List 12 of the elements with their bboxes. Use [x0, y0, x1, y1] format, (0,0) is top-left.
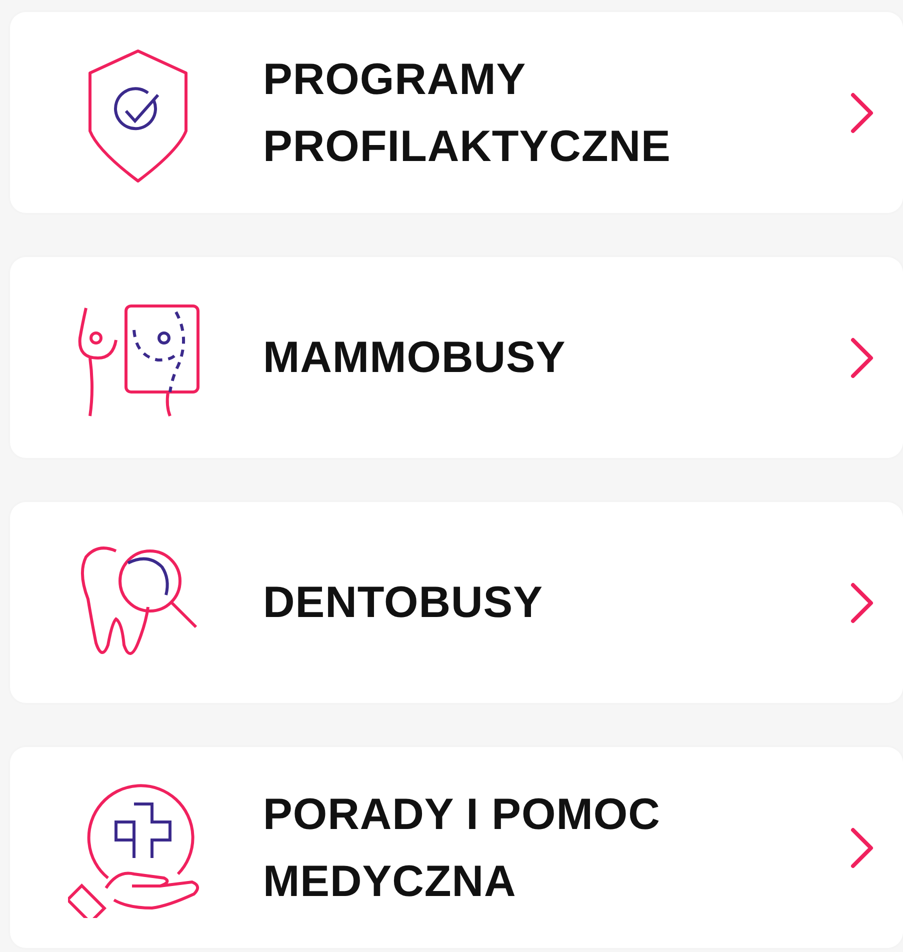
- menu-card[interactable]: DENTOBUSY: [10, 502, 903, 703]
- chevron-right-icon: [849, 826, 875, 870]
- chevron-right-icon: [849, 580, 875, 624]
- menu-label: PROGRAMY PROFILAKTYCZNE: [263, 54, 672, 172]
- chevron-right-icon: [849, 90, 875, 134]
- menu-label: PORADY I POMOC MEDYCZNA: [263, 788, 662, 908]
- menu-card[interactable]: PROGRAMY PROFILAKTYCZNE: [10, 12, 903, 213]
- menu-card[interactable]: PORADY I POMOC MEDYCZNA: [10, 747, 903, 948]
- menu-card[interactable]: MAMMOBUSY: [10, 257, 903, 458]
- chevron-right-icon: [849, 336, 875, 380]
- menu-label: DENTOBUSY: [263, 577, 544, 629]
- menu-label: MAMMOBUSY: [263, 332, 567, 384]
